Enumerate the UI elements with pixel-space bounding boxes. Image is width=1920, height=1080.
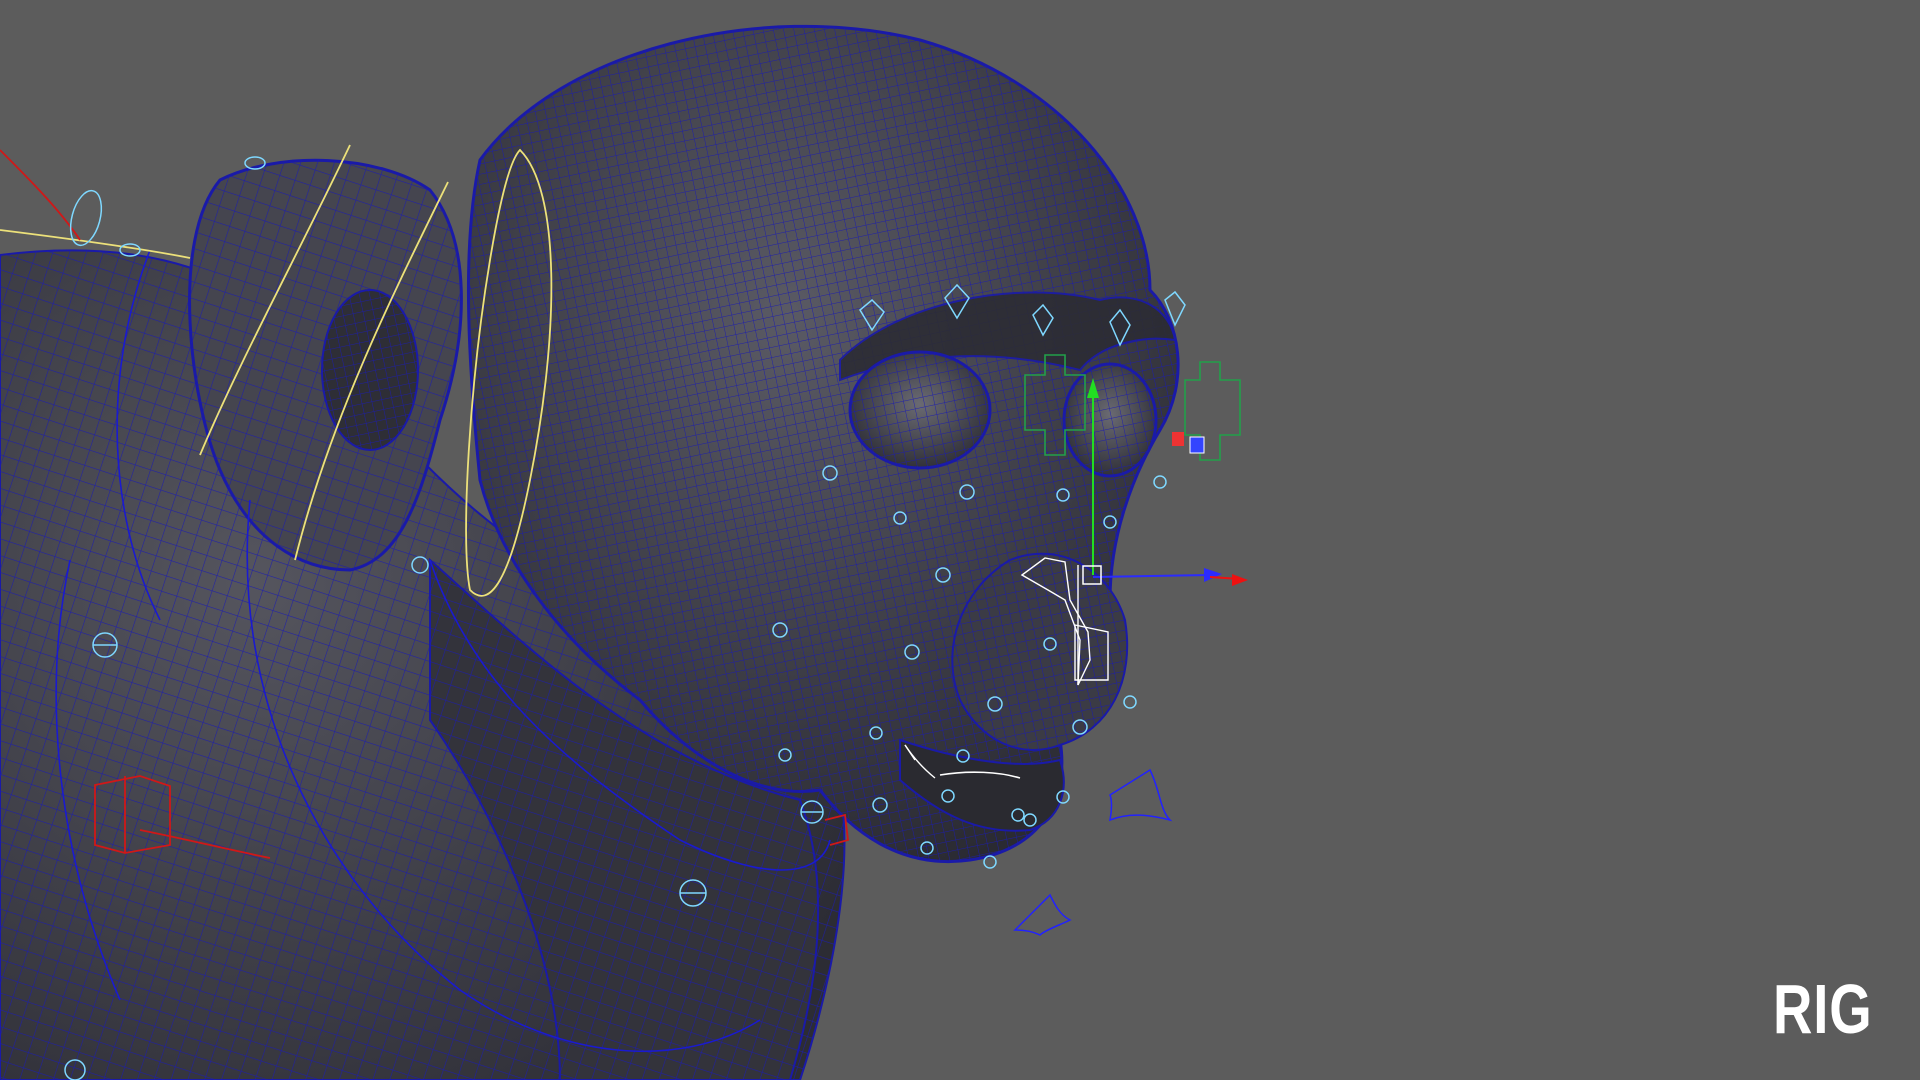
- right-eye-mesh[interactable]: [1062, 362, 1158, 478]
- 3d-viewport[interactable]: RIG: [0, 0, 1920, 1080]
- shot-label: RIG: [1772, 970, 1872, 1048]
- left-eye-mesh[interactable]: [848, 350, 992, 470]
- monkey-rig-scene[interactable]: [0, 0, 1920, 1080]
